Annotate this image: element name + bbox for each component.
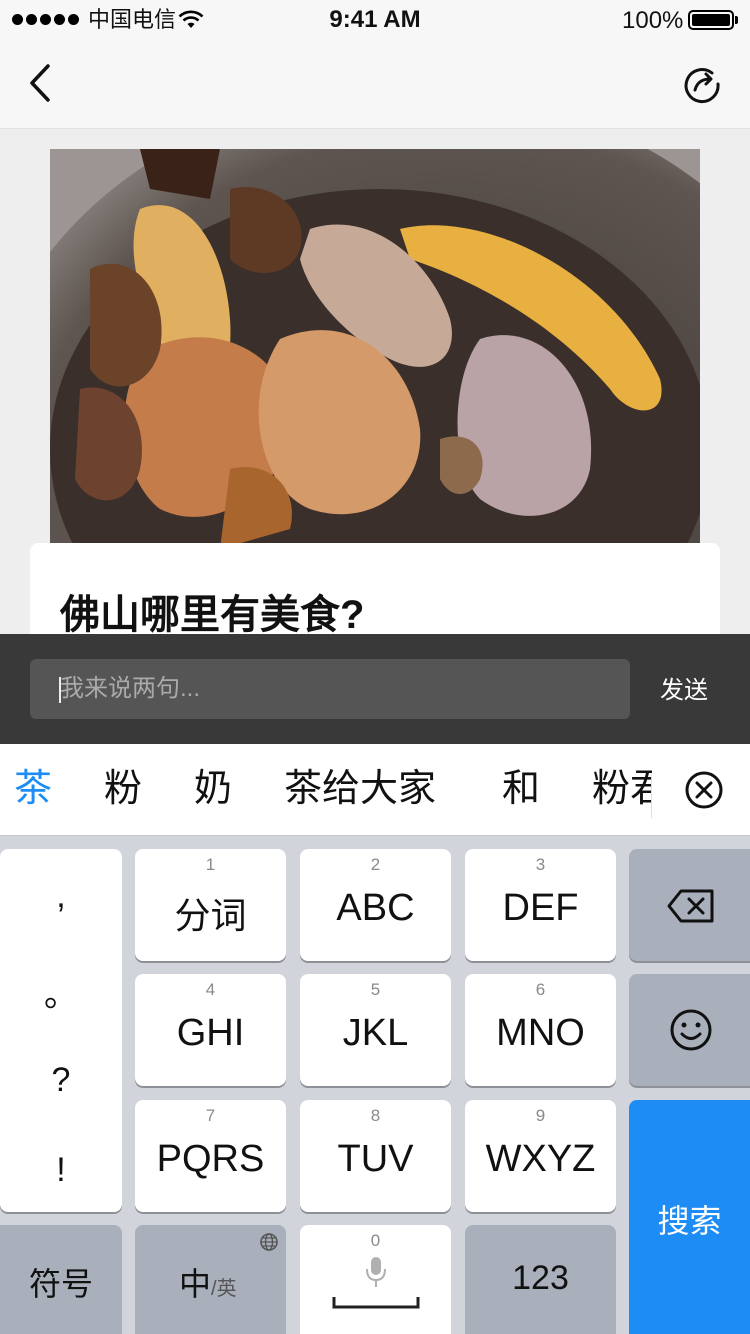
battery-cap: [735, 16, 738, 24]
key-number: 0: [370, 1231, 381, 1250]
post-title: 佛山哪里有美食?: [60, 593, 365, 633]
key-number: 2: [370, 855, 381, 874]
key-label: DEF: [502, 887, 579, 929]
space-key[interactable]: 0: [300, 1225, 451, 1334]
navigation-bar: [0, 40, 750, 129]
globe-icon: [260, 1233, 278, 1251]
candidate-item[interactable]: 粉君: [592, 764, 652, 814]
battery-percentage: 100%: [622, 7, 684, 34]
candidate-item[interactable]: 茶给大家: [284, 764, 436, 814]
keyboard: , 。 ? ! 1 分词 2 ABC 3 DEF 4 GHI 5 JKL 6 M…: [0, 836, 750, 1334]
key-number: 7: [205, 1106, 216, 1125]
language-switch-key[interactable]: 中/英: [135, 1225, 286, 1334]
food-photo: [50, 149, 700, 549]
battery-icon: [688, 10, 734, 30]
key-number: 6: [535, 980, 546, 999]
search-key[interactable]: 搜索: [629, 1100, 750, 1334]
microphone-icon: [366, 1257, 386, 1287]
chevron-left-icon[interactable]: [28, 62, 54, 104]
key-6[interactable]: 6 MNO: [465, 974, 616, 1086]
lang-alt: /英: [211, 1278, 237, 1300]
candidate-item[interactable]: 茶: [14, 764, 52, 814]
key-number: 3: [535, 855, 546, 874]
punct-period[interactable]: 。: [0, 967, 122, 1016]
key-number: 9: [535, 1106, 546, 1125]
key-number: 5: [370, 980, 381, 999]
close-candidates-icon[interactable]: [684, 770, 724, 810]
send-button[interactable]: 发送: [660, 672, 708, 710]
number-key[interactable]: 123: [465, 1225, 616, 1334]
key-7[interactable]: 7 PQRS: [135, 1100, 286, 1212]
key-number: 1: [205, 855, 216, 874]
candidate-item[interactable]: 粉: [104, 764, 142, 814]
key-label: WXYZ: [485, 1138, 596, 1180]
share-arrow-icon[interactable]: [682, 64, 722, 104]
backspace-icon: [667, 889, 714, 923]
punct-comma[interactable]: ,: [0, 877, 122, 916]
post-image: [50, 149, 700, 549]
key-label: PQRS: [156, 1138, 265, 1180]
key-1[interactable]: 1 分词: [135, 849, 286, 961]
key-label: MNO: [496, 1012, 585, 1054]
candidate-list: 茶 粉 奶 茶给大家 和 粉君: [0, 744, 652, 835]
smiley-icon: [670, 1009, 712, 1051]
key-number: 8: [370, 1106, 381, 1125]
language-label: 中/英: [179, 1259, 237, 1305]
punctuation-panel[interactable]: , 。 ? !: [0, 849, 122, 1212]
key-label: 分词: [174, 895, 247, 936]
punct-exclaim[interactable]: !: [0, 1151, 122, 1190]
key-4[interactable]: 4 GHI: [135, 974, 286, 1086]
space-bar-icon: [332, 1297, 420, 1309]
delete-key[interactable]: [629, 849, 750, 961]
search-key-label: 搜索: [657, 1203, 722, 1239]
candidate-item[interactable]: 奶: [194, 764, 232, 814]
key-8[interactable]: 8 TUV: [300, 1100, 451, 1212]
key-2[interactable]: 2 ABC: [300, 849, 451, 961]
symbol-key-label: 符号: [28, 1266, 93, 1302]
key-3[interactable]: 3 DEF: [465, 849, 616, 961]
comment-input[interactable]: 我来说两句...: [30, 659, 630, 719]
punct-question[interactable]: ?: [0, 1061, 122, 1100]
key-label: TUV: [337, 1138, 414, 1180]
key-label: GHI: [176, 1012, 245, 1054]
lang-main: 中: [179, 1266, 212, 1302]
key-number: 4: [205, 980, 216, 999]
candidate-divider: [651, 774, 652, 818]
key-label: ABC: [336, 887, 415, 929]
key-5[interactable]: 5 JKL: [300, 974, 451, 1086]
text-caret: [59, 677, 61, 703]
key-9[interactable]: 9 WXYZ: [465, 1100, 616, 1212]
candidate-item[interactable]: 和: [502, 764, 540, 814]
emoji-key[interactable]: [629, 974, 750, 1086]
key-label: JKL: [342, 1012, 409, 1054]
symbol-key[interactable]: 符号: [0, 1225, 122, 1334]
number-key-label: 123: [512, 1259, 569, 1297]
